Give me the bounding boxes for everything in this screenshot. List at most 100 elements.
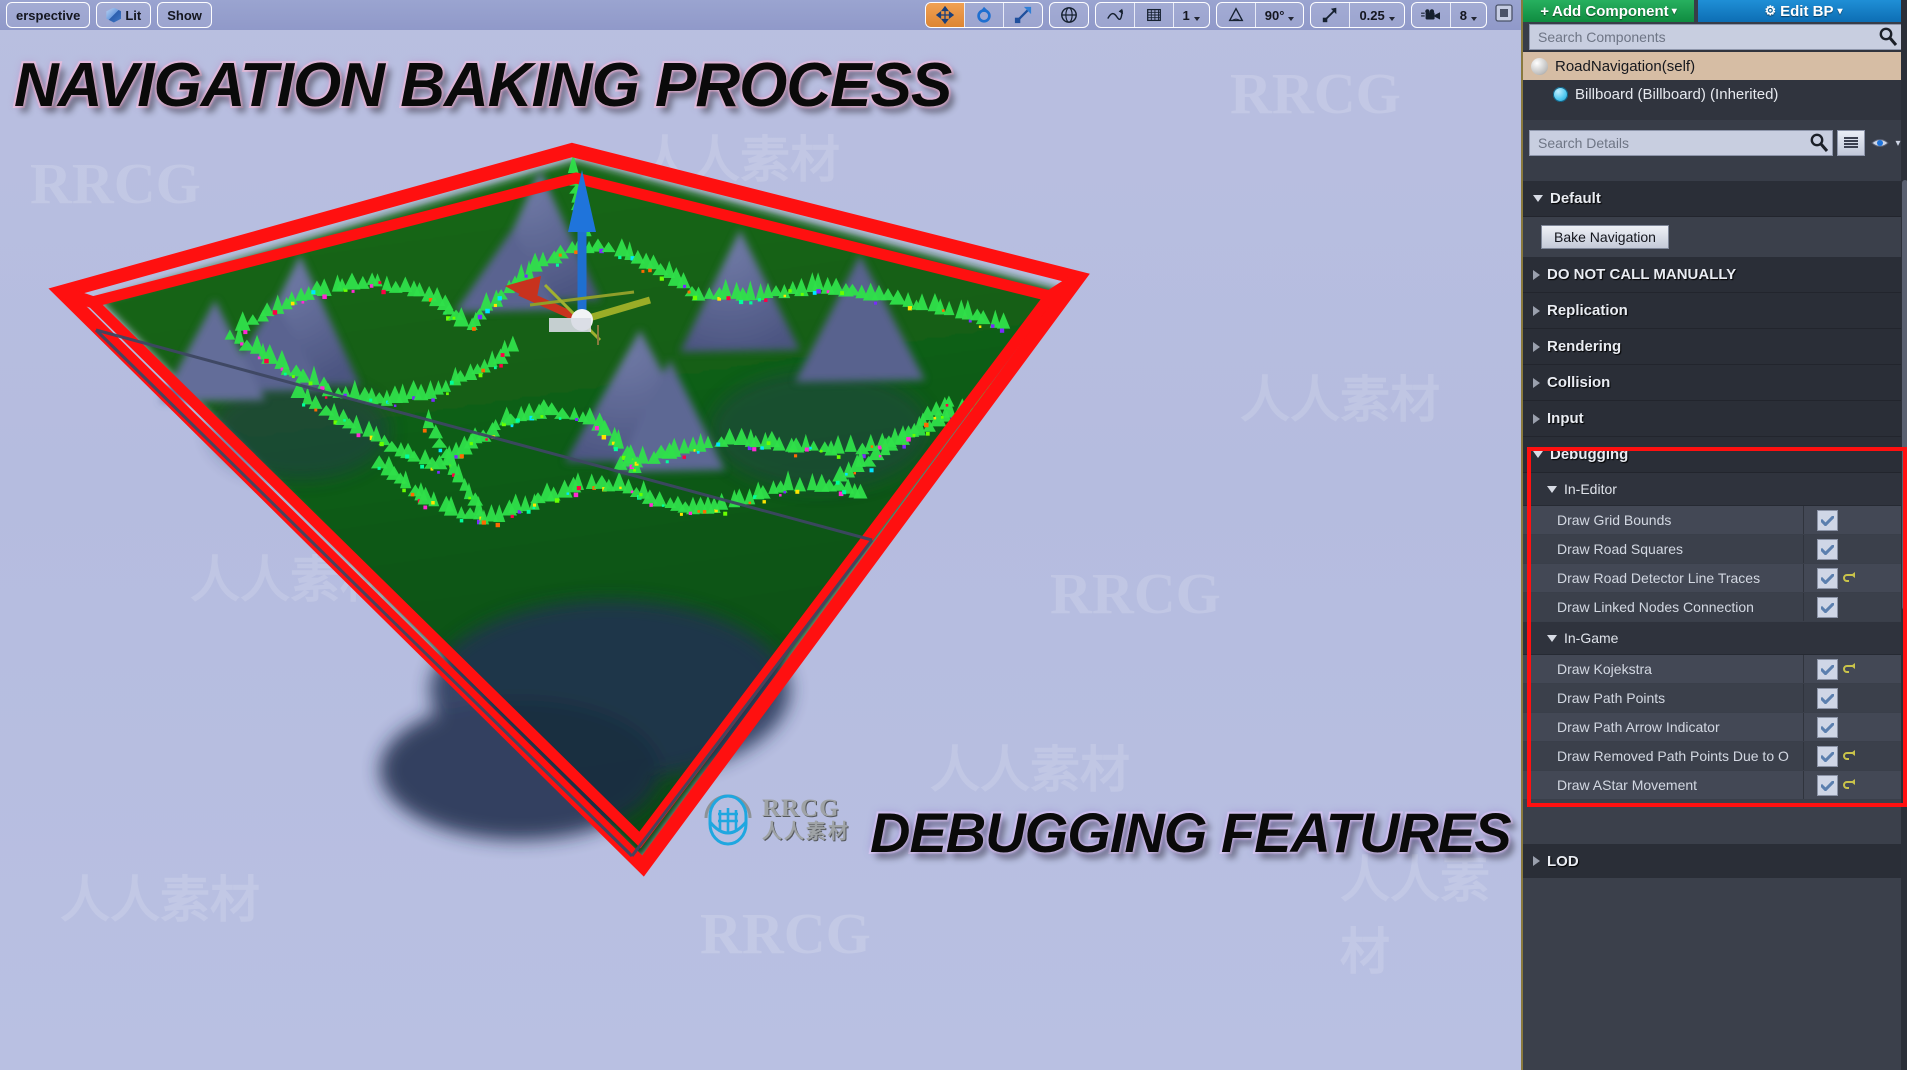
property-checkbox[interactable]: [1817, 717, 1838, 738]
details-property-list[interactable]: Default Bake Navigation DO NOT CALL MANUAL…: [1523, 181, 1907, 1070]
property-checkbox[interactable]: [1817, 659, 1838, 680]
details-view-options-button[interactable]: [1837, 130, 1865, 156]
component-tree-item[interactable]: RoadNavigation(self): [1523, 52, 1907, 80]
property-checkbox[interactable]: [1817, 688, 1838, 709]
reset-to-default-icon[interactable]: [1843, 570, 1857, 585]
property-checkbox[interactable]: [1817, 539, 1838, 560]
column-splitter[interactable]: [1803, 535, 1804, 563]
reset-to-default-icon[interactable]: [1843, 661, 1857, 676]
column-splitter[interactable]: [1803, 564, 1804, 592]
view-mode-group[interactable]: erspective: [6, 2, 91, 28]
property-checkbox[interactable]: [1817, 510, 1838, 531]
viewport-toolbar[interactable]: erspective Lit Show 1 90° 0.25 8: [0, 0, 1521, 30]
grid-snap-button[interactable]: [1133, 3, 1173, 27]
grid-snap-value-button[interactable]: 1: [1172, 3, 1209, 27]
category-header-debugging[interactable]: Debugging: [1523, 437, 1907, 473]
category-label: Collision: [1547, 374, 1611, 391]
scale-tool-button[interactable]: [1002, 3, 1042, 27]
component-tree[interactable]: RoadNavigation(self) Billboard (Billboard…: [1523, 50, 1907, 120]
scale-snap-value-button[interactable]: 0.25: [1349, 3, 1403, 27]
property-checkbox[interactable]: [1817, 597, 1838, 618]
property-row[interactable]: Draw Grid Bounds: [1523, 506, 1907, 535]
details-scrollbar[interactable]: [1901, 0, 1907, 1070]
chevron-right-icon: [1533, 269, 1540, 280]
camera-speed-button[interactable]: [1412, 3, 1450, 27]
property-checkbox[interactable]: [1817, 746, 1838, 767]
show-menu-button[interactable]: Show: [158, 3, 211, 27]
overlay-title-bottom: DEBUGGING FEATURES: [868, 799, 1514, 866]
subcategory-header[interactable]: In-Editor: [1523, 473, 1907, 506]
lighting-mode-button[interactable]: Lit: [97, 3, 150, 27]
scale-snap-icon: [1323, 7, 1337, 23]
component-tree-item[interactable]: Billboard (Billboard) (Inherited): [1523, 80, 1907, 108]
camera-speed-group[interactable]: 8: [1410, 2, 1487, 28]
watermark-text: 人人素材: [60, 871, 260, 929]
reset-to-default-icon[interactable]: [1843, 748, 1857, 763]
property-row[interactable]: Draw Road Squares: [1523, 535, 1907, 564]
angle-snap-group[interactable]: 90°: [1215, 2, 1305, 28]
property-row[interactable]: Draw AStar Movement: [1523, 771, 1907, 800]
category-header-lod[interactable]: LOD: [1523, 844, 1907, 878]
column-splitter[interactable]: [1803, 742, 1804, 770]
category-header-default[interactable]: Default: [1523, 181, 1907, 217]
show-flags-group[interactable]: Show: [157, 2, 212, 28]
translate-tool-button[interactable]: [925, 3, 964, 27]
snapping-group[interactable]: 1: [1094, 2, 1210, 28]
transform-tools-group[interactable]: [924, 2, 1043, 28]
column-splitter[interactable]: [1803, 593, 1804, 621]
property-row[interactable]: Draw Path Arrow Indicator: [1523, 713, 1907, 742]
add-component-button[interactable]: + Add Component ▾: [1523, 0, 1694, 22]
surface-snap-button[interactable]: [1096, 3, 1134, 27]
category-header-do-not-call-manually[interactable]: DO NOT CALL MANUALLY: [1523, 257, 1907, 293]
scrollbar-thumb[interactable]: [1902, 180, 1907, 610]
edit-blueprint-button[interactable]: ⚙ Edit BP ▾: [1698, 0, 1907, 22]
scale-snap-group[interactable]: 0.25: [1310, 2, 1405, 28]
lighting-mode-label: Lit: [125, 7, 142, 23]
lighting-mode-group[interactable]: Lit: [96, 2, 152, 28]
rrcg-emblem-icon: [704, 794, 752, 846]
category-header-rendering[interactable]: Rendering: [1523, 329, 1907, 365]
property-row[interactable]: Draw Road Detector Line Traces: [1523, 564, 1907, 593]
property-label: Draw Grid Bounds: [1557, 512, 1672, 528]
category-header-input[interactable]: Input: [1523, 401, 1907, 437]
maximize-viewport-button[interactable]: [1495, 3, 1513, 27]
search-components-field[interactable]: Search Components: [1529, 24, 1903, 50]
category-header-replication[interactable]: Replication: [1523, 293, 1907, 329]
column-splitter[interactable]: [1803, 684, 1804, 712]
column-splitter[interactable]: [1803, 506, 1804, 534]
property-row[interactable]: Draw Path Points: [1523, 684, 1907, 713]
level-viewport[interactable]: RRCG 人人素材 RRCG 人人素材 RRCG 人人素材 人人素材 RRCG …: [0, 0, 1521, 1070]
column-splitter[interactable]: [1803, 655, 1804, 683]
scale-snap-button[interactable]: [1311, 3, 1349, 27]
chevron-down-icon: [1288, 17, 1295, 21]
property-checkbox[interactable]: [1817, 775, 1838, 796]
view-mode-button[interactable]: erspective: [7, 3, 89, 27]
bake-navigation-button[interactable]: Bake Navigation: [1541, 225, 1669, 249]
category-header-collision[interactable]: Collision: [1523, 365, 1907, 401]
panel-action-buttons[interactable]: + Add Component ▾ ⚙ Edit BP ▾: [1523, 0, 1907, 22]
property-row[interactable]: Draw Removed Path Points Due to O: [1523, 742, 1907, 771]
rotate-tool-button[interactable]: [963, 3, 1003, 27]
property-row[interactable]: Draw Kojekstra: [1523, 655, 1907, 684]
world-space-button[interactable]: [1050, 3, 1088, 27]
sphere-icon: [1531, 57, 1548, 75]
camera-speed-value-button[interactable]: 8: [1449, 3, 1486, 27]
category-label: Input: [1547, 410, 1584, 427]
angle-snap-button[interactable]: [1217, 3, 1255, 27]
details-panel[interactable]: + Add Component ▾ ⚙ Edit BP ▾ Search Com…: [1521, 0, 1907, 1070]
details-search-row[interactable]: Search Details ▾: [1529, 130, 1903, 156]
angle-snap-value-button[interactable]: 90°: [1254, 3, 1304, 27]
search-details-field[interactable]: Search Details: [1529, 130, 1833, 156]
reset-to-default-icon[interactable]: [1843, 777, 1857, 792]
grid-snap-value: 1: [1182, 7, 1190, 23]
property-checkbox[interactable]: [1817, 568, 1838, 589]
coordinate-system-group[interactable]: [1048, 2, 1089, 28]
details-visibility-button[interactable]: ▾: [1869, 131, 1903, 155]
component-tree-item-label: RoadNavigation(self): [1555, 57, 1696, 75]
column-splitter[interactable]: [1803, 713, 1804, 741]
property-row[interactable]: Draw Linked Nodes Connection: [1523, 593, 1907, 622]
rrcg-brand-cn: 人人素材: [762, 818, 850, 843]
subcategory-header[interactable]: In-Game: [1523, 622, 1907, 655]
surface-snap-icon: [1106, 8, 1123, 21]
column-splitter[interactable]: [1803, 771, 1804, 799]
